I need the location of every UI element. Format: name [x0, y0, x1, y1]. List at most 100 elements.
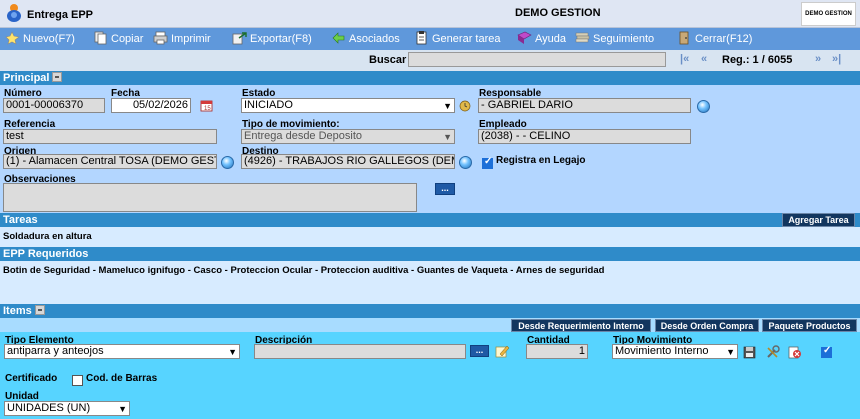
unidad-select[interactable]: UNIDADES (UN) ▼ — [4, 401, 130, 416]
referencia-field[interactable]: test — [3, 129, 217, 144]
last-record-button[interactable]: »| — [832, 53, 841, 65]
export-icon — [232, 31, 247, 45]
copy-icon — [93, 31, 108, 45]
descripcion-edit-icon[interactable] — [494, 344, 510, 358]
tracking-label: Seguimiento — [593, 33, 655, 45]
tipo-movimiento-select[interactable]: Entrega desde Deposito ▼ — [241, 129, 455, 144]
export-label: Exportar(F8) — [250, 33, 312, 45]
principal-panel: Número 0001-00006370 Fecha 05/02/2026 15… — [0, 85, 860, 213]
company-logo: DEMO GESTION — [801, 2, 856, 26]
origen-field[interactable]: (1) - Alamacen Central TOSA (DEMO GESTI — [3, 154, 217, 169]
chevron-down-icon: ▼ — [228, 347, 237, 357]
tipo-movimiento-item-select[interactable]: Movimiento Interno ▼ — [612, 344, 738, 359]
estado-select[interactable]: INICIADO ▼ — [241, 98, 455, 113]
epp-title: EPP Requeridos — [3, 248, 89, 260]
printer-icon — [153, 31, 168, 45]
from-purchase-order-button[interactable]: Desde Orden Compra — [655, 319, 759, 332]
items-title: Items — [3, 305, 32, 317]
registra-legajo-checkbox[interactable] — [482, 156, 493, 169]
principal-section-header[interactable]: Principal — [0, 71, 860, 85]
destino-lookup-icon[interactable] — [459, 156, 472, 169]
record-counter: Reg.: 1 / 6055 — [722, 54, 793, 66]
search-label: Buscar — [369, 54, 407, 66]
print-label: Imprimir — [171, 33, 211, 45]
search-bar: Buscar |« « Reg.: 1 / 6055 » »| — [0, 50, 860, 71]
tareas-title: Tareas — [3, 214, 38, 226]
destino-field[interactable]: (4926) - TRABAJOS RIO GALLEGOS (DEMO — [241, 154, 455, 169]
close-button[interactable]: Cerrar(F12) — [677, 30, 752, 48]
new-label: Nuevo(F7) — [23, 33, 75, 45]
epp-panel: Botin de Seguridad - Mameluco ignifugo -… — [0, 261, 860, 304]
responsable-field[interactable]: - GABRIEL DARIO — [478, 98, 691, 113]
descripcion-more-button[interactable]: ... — [470, 345, 489, 357]
task-clipboard-icon — [414, 31, 429, 45]
help-book-icon — [517, 31, 532, 45]
close-label: Cerrar(F12) — [695, 33, 753, 45]
responsable-lookup-icon[interactable] — [697, 100, 710, 113]
estado-value: INICIADO — [244, 99, 293, 111]
tareas-section-header: Tareas — [0, 213, 860, 227]
app-title: Entrega EPP — [27, 9, 94, 21]
first-record-button[interactable]: |« — [680, 53, 689, 65]
linked-arrows-icon — [331, 31, 346, 45]
add-task-button[interactable]: Agregar Tarea — [782, 213, 855, 227]
product-package-button[interactable]: Paquete Productos — [762, 319, 857, 332]
close-door-icon — [677, 31, 692, 45]
chevron-down-icon: ▼ — [118, 404, 127, 414]
certificado-label: Certificado — [5, 373, 58, 384]
generate-task-button[interactable]: Generar tarea — [414, 30, 500, 48]
title-bar: Entrega EPP DEMO GESTION DEMO GESTION — [0, 0, 860, 28]
origen-lookup-icon[interactable] — [221, 156, 234, 169]
linked-button[interactable]: Asociados — [331, 30, 400, 48]
epp-section-header: EPP Requeridos — [0, 247, 860, 261]
principal-title: Principal — [3, 72, 50, 84]
chevron-down-icon: ▼ — [443, 101, 452, 111]
collapse-icon[interactable] — [52, 72, 63, 82]
observaciones-textarea[interactable] — [3, 183, 417, 212]
prev-record-button[interactable]: « — [701, 53, 707, 65]
next-record-button[interactable]: » — [815, 53, 821, 65]
app-logo-icon — [6, 3, 22, 23]
observaciones-more-button[interactable]: ... — [435, 183, 455, 195]
codigo-barras-checkbox[interactable] — [72, 375, 83, 386]
tareas-content: Soldadura en altura — [3, 231, 92, 242]
copy-button[interactable]: Copiar — [93, 30, 143, 48]
empleado-field[interactable]: (2038) - - CELINO — [478, 129, 691, 144]
tools-icon[interactable] — [765, 345, 781, 359]
fecha-field[interactable]: 05/02/2026 — [111, 98, 191, 113]
calendar-icon[interactable]: 15 — [199, 99, 215, 113]
items-section-header[interactable]: Items — [0, 304, 860, 318]
copy-label: Copiar — [111, 33, 144, 45]
company-name: DEMO GESTION — [515, 7, 601, 19]
collapse-icon[interactable] — [34, 305, 45, 315]
codigo-barras-label: Cod. de Barras — [86, 373, 158, 384]
descripcion-field[interactable] — [254, 344, 466, 359]
linked-label: Asociados — [349, 33, 400, 45]
search-input[interactable] — [408, 52, 666, 67]
print-button[interactable]: Imprimir — [153, 30, 211, 48]
export-button[interactable]: Exportar(F8) — [232, 30, 312, 48]
items-panel: Tipo Elemento antiparra y anteojos ▼ Desc… — [0, 332, 860, 419]
save-item-icon[interactable] — [742, 345, 758, 359]
chevron-down-icon: ▼ — [443, 132, 452, 142]
svg-text:15: 15 — [204, 106, 211, 112]
estado-history-icon[interactable] — [458, 99, 474, 113]
numero-field[interactable]: 0001-00006370 — [3, 98, 105, 113]
epp-content: Botin de Seguridad - Mameluco ignifugo -… — [3, 265, 605, 276]
item-confirm-checkbox[interactable] — [821, 345, 832, 358]
tipo-movimiento-value: Entrega desde Deposito — [244, 130, 363, 142]
generate-task-label: Generar tarea — [432, 33, 501, 45]
registra-legajo-label: Registra en Legajo — [496, 155, 586, 166]
unidad-value: UNIDADES (UN) — [7, 402, 91, 414]
help-label: Ayuda — [535, 33, 566, 45]
tipo-elemento-select[interactable]: antiparra y anteojos ▼ — [4, 344, 240, 359]
toolbar: Nuevo(F7) Copiar Imprimir Exportar(F8) A… — [0, 28, 860, 50]
chevron-down-icon: ▼ — [726, 347, 735, 357]
new-button[interactable]: Nuevo(F7) — [5, 30, 75, 48]
from-internal-request-button[interactable]: Desde Requerimiento Interno — [511, 319, 651, 332]
delete-item-icon[interactable] — [786, 345, 802, 359]
help-button[interactable]: Ayuda — [517, 30, 566, 48]
new-star-icon — [5, 31, 20, 45]
cantidad-field[interactable]: 1 — [526, 344, 588, 359]
tracking-button[interactable]: Seguimiento — [575, 30, 654, 48]
